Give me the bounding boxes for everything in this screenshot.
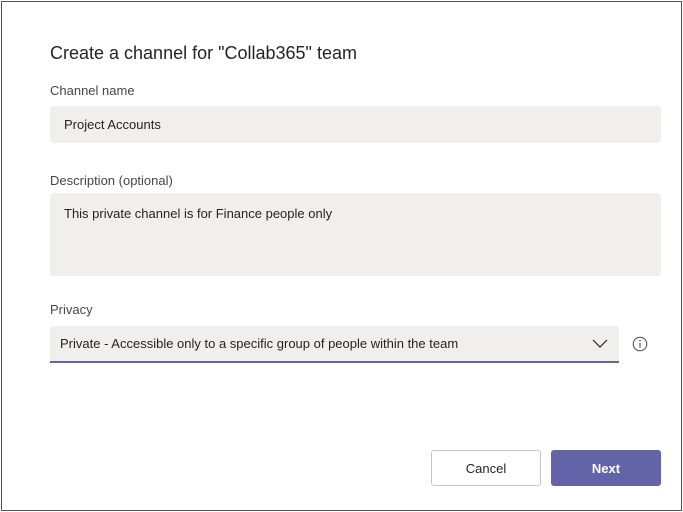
- channel-name-label: Channel name: [50, 83, 135, 98]
- create-channel-dialog: Create a channel for "Collab365" team Ch…: [1, 1, 682, 511]
- next-button[interactable]: Next: [551, 450, 661, 486]
- dialog-title: Create a channel for "Collab365" team: [50, 43, 357, 63]
- chevron-down-icon[interactable]: [591, 335, 609, 353]
- description-label: Description (optional): [50, 173, 173, 188]
- privacy-selected-value: Private - Accessible only to a specific …: [60, 336, 459, 351]
- privacy-label: Privacy: [50, 302, 93, 317]
- channel-name-input[interactable]: Project Accounts: [50, 106, 661, 143]
- info-icon[interactable]: [632, 336, 648, 352]
- cancel-button[interactable]: Cancel: [431, 450, 541, 486]
- description-textarea[interactable]: This private channel is for Finance peop…: [50, 193, 661, 276]
- privacy-dropdown[interactable]: Private - Accessible only to a specific …: [50, 326, 619, 363]
